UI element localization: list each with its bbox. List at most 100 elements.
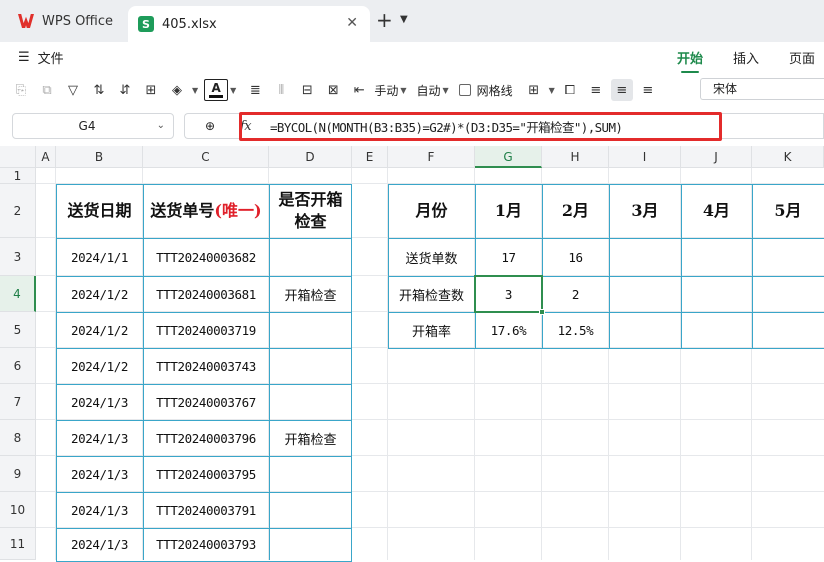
tab-insert[interactable]: 插入 [733,48,759,67]
cell-delivery-date[interactable]: 2024/1/3 [56,456,143,492]
cell-order-number[interactable]: TTT20240003719 [143,312,269,348]
fill-color-icon[interactable]: ◈ [166,79,188,101]
cell-order-number[interactable]: TTT20240003682 [143,238,269,276]
row-header-6[interactable]: 6 [0,348,36,384]
cell-inspect[interactable]: 开箱检查 [269,420,352,456]
column-header-g[interactable]: G [475,146,542,168]
close-tab-icon[interactable]: ✕ [346,15,358,31]
column-header-b[interactable]: B [56,146,143,168]
cell-delivery-date[interactable]: 2024/1/3 [56,528,143,560]
align-left-icon[interactable]: ≡ [585,79,607,101]
tab-page[interactable]: 页面 [789,48,815,67]
cell-order-number[interactable]: TTT20240003796 [143,420,269,456]
cell-delivery-date[interactable]: 2024/1/2 [56,276,143,312]
gridlines-checkbox[interactable]: 网格线 [458,82,513,99]
column-header-i[interactable]: I [609,146,681,168]
cell-inspect[interactable] [269,528,352,560]
file-menu[interactable]: ☰ 文件 [18,48,64,67]
table-style-icon[interactable]: ⊞ [523,79,545,101]
spreadsheet-grid[interactable]: A B C D E F G H I J K 1 2 3 4 5 6 7 8 9 10 11 送货日期 送货单号 (唯一) 是否开箱… [0,146,824,562]
chevron-down-icon[interactable]: ▼ [192,86,198,95]
cell-value[interactable] [681,276,752,312]
new-tab-icon[interactable]: + [376,10,393,30]
row-header-4[interactable]: 4 [0,276,36,312]
align-right-icon[interactable]: ≡ [637,79,659,101]
cell-value[interactable]: 2 [542,276,609,312]
border-icon[interactable]: ⊞ [140,79,162,101]
row-header-3[interactable]: 3 [0,238,36,276]
cell-order-number[interactable]: TTT20240003791 [143,492,269,528]
select-all-corner[interactable] [0,146,36,168]
chevron-down-icon[interactable]: ▼ [230,86,236,95]
column-header-d[interactable]: D [269,146,352,168]
cell-order-number[interactable]: TTT20240003793 [143,528,269,560]
row-header-2[interactable]: 2 [0,184,36,238]
row-header-11[interactable]: 11 [0,528,36,560]
cell-inspect[interactable] [269,348,352,384]
zoom-icon[interactable]: ⊕ [205,119,215,133]
column-header-c[interactable]: C [143,146,269,168]
cell-value[interactable] [609,238,681,276]
chevron-down-icon[interactable]: ▼ [549,86,555,95]
cell-delivery-date[interactable]: 2024/1/3 [56,420,143,456]
cell-delivery-date[interactable]: 2024/1/2 [56,312,143,348]
cell-value[interactable] [752,238,824,276]
document-tab[interactable]: S 405.xlsx ✕ [128,6,370,42]
cell-value[interactable] [752,312,824,348]
font-name-select[interactable]: 宋体 [700,78,824,100]
cell-value[interactable]: 16 [542,238,609,276]
row-header-1[interactable]: 1 [0,168,36,184]
column-header-f[interactable]: F [388,146,475,168]
paste-format-icon[interactable]: ⧉ [36,79,58,101]
column-header-k[interactable]: K [752,146,824,168]
cell-value[interactable] [681,238,752,276]
cell-value[interactable] [609,276,681,312]
cell-inspect[interactable] [269,492,352,528]
cell-style-icon[interactable]: ⊠ [322,79,344,101]
merge-icon[interactable]: ⫴ [270,79,292,101]
font-color-button[interactable]: A [204,79,229,101]
row-header-7[interactable]: 7 [0,384,36,420]
cell-value[interactable] [681,312,752,348]
indent-icon[interactable]: ⇤ [348,79,370,101]
column-header-a[interactable]: A [36,146,56,168]
cell-value[interactable]: 17.6% [475,312,542,348]
wps-home-tab[interactable]: WPS Office [4,6,124,36]
wrap-mode-dropdown[interactable]: 手动 ▼ [374,82,406,99]
cell-order-number[interactable]: TTT20240003767 [143,384,269,420]
auto-mode-dropdown[interactable]: 自动 ▼ [416,82,448,99]
row-header-10[interactable]: 10 [0,492,36,528]
row-header-9[interactable]: 9 [0,456,36,492]
row-header-8[interactable]: 8 [0,420,36,456]
cell-inspect[interactable]: 开箱检查 [269,276,352,312]
cell-value[interactable]: 12.5% [542,312,609,348]
cell-delivery-date[interactable]: 2024/1/1 [56,238,143,276]
sort-desc-icon[interactable]: ⇵ [114,79,136,101]
cell-delivery-date[interactable]: 2024/1/3 [56,492,143,528]
column-header-j[interactable]: J [681,146,752,168]
wrap-text-icon[interactable]: ≣ [244,79,266,101]
cell-value[interactable] [609,312,681,348]
cell-inspect[interactable] [269,312,352,348]
cell-delivery-date[interactable]: 2024/1/2 [56,348,143,384]
cell-value[interactable] [752,276,824,312]
row-height-icon[interactable]: ⊟ [296,79,318,101]
formula-input[interactable]: fx =BYCOL(N(MONTH(B3:B35)=G2#)*(D3:D35="… [239,112,722,141]
cell-delivery-date[interactable]: 2024/1/3 [56,384,143,420]
cell-inspect[interactable] [269,456,352,492]
filter-icon[interactable]: ▽ [62,79,84,101]
cell-order-number[interactable]: TTT20240003681 [143,276,269,312]
format-painter-icon[interactable]: ⎘ [10,79,32,101]
formula-input-tail[interactable] [722,113,824,139]
sort-icon[interactable]: ⇅ [88,79,110,101]
cell-value[interactable]: 17 [475,238,542,276]
cell-inspect[interactable] [269,384,352,420]
column-header-e[interactable]: E [352,146,388,168]
freeze-icon[interactable]: ⧠ [559,79,581,101]
chevron-down-icon[interactable]: ▼ [400,14,408,25]
align-center-icon[interactable]: ≡ [610,79,633,101]
cell-inspect[interactable] [269,238,352,276]
tab-home[interactable]: 开始 [677,48,703,73]
column-header-h[interactable]: H [542,146,609,168]
cell-order-number[interactable]: TTT20240003795 [143,456,269,492]
